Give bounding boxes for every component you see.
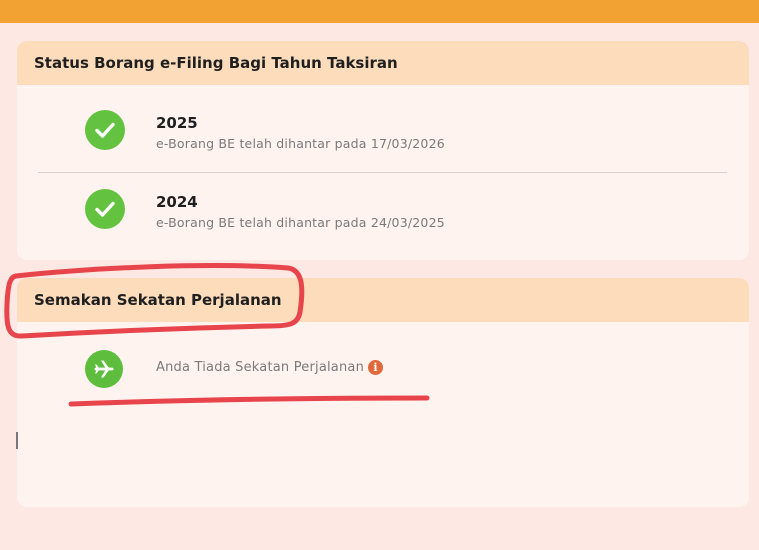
travel-restriction-card: Semakan Sekatan Perjalanan Anda Tiada Se…: [17, 278, 749, 507]
top-bar: [0, 0, 759, 23]
check-icon: [85, 189, 125, 229]
travel-status-row: Anda Tiada Sekatan Perjalanan i: [17, 322, 749, 388]
status-description: e-Borang BE telah dihantar pada 24/03/20…: [156, 215, 445, 230]
check-icon: [85, 110, 125, 150]
airplane-icon: [85, 350, 123, 388]
efiling-status-title: Status Borang e-Filing Bagi Tahun Taksir…: [17, 41, 749, 85]
travel-restriction-title: Semakan Sekatan Perjalanan: [17, 278, 749, 322]
status-year: 2025: [156, 114, 198, 132]
text-cursor: [16, 432, 18, 449]
travel-status-text: Anda Tiada Sekatan Perjalanan: [156, 360, 365, 375]
status-row-2024: 2024 e-Borang BE telah dihantar pada 24/…: [17, 173, 749, 260]
status-year: 2024: [156, 193, 198, 211]
travel-status-message: Anda Tiada Sekatan Perjalanan i: [156, 360, 384, 375]
info-icon[interactable]: i: [368, 360, 384, 375]
status-description: e-Borang BE telah dihantar pada 17/03/20…: [156, 136, 445, 151]
efiling-status-card: Status Borang e-Filing Bagi Tahun Taksir…: [17, 41, 749, 260]
